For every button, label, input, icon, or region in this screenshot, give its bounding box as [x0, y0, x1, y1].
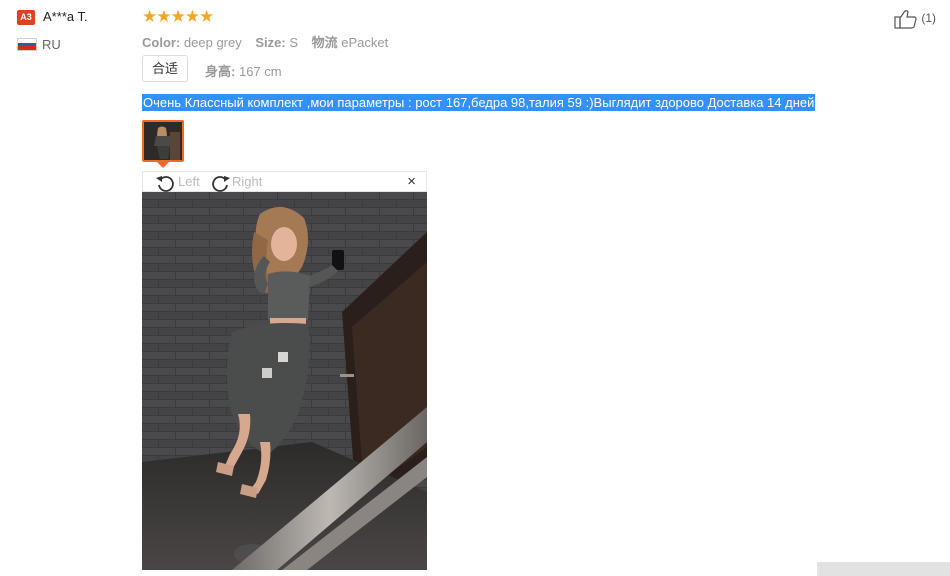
user-level-badge: A3	[17, 10, 35, 25]
rotate-right-icon	[212, 175, 230, 192]
height-label: 身高:	[205, 64, 236, 79]
thumbs-up-icon	[894, 10, 917, 29]
rating-stars: ★★★★★	[142, 7, 214, 26]
review-feedback-text: Очень Классный комплект ,мои параметры :…	[142, 94, 816, 111]
color-label: Color:	[142, 35, 181, 50]
review-photo-image	[142, 192, 427, 570]
close-icon: ×	[407, 173, 416, 190]
buyer-height: 身高: 167 cm	[205, 61, 282, 80]
size-value: S	[289, 35, 298, 50]
rotate-left-button[interactable]: Left	[155, 172, 200, 192]
user-name: A***a T.	[43, 9, 88, 24]
rotate-right-button[interactable]: Right	[209, 172, 262, 192]
rotate-right-label: Right	[232, 174, 263, 189]
rotate-left-label: Left	[178, 174, 200, 189]
height-value: 167 cm	[238, 64, 282, 79]
horizontal-scrollbar[interactable]	[817, 562, 950, 576]
color-value: deep grey	[183, 35, 242, 50]
country-flag-icon	[17, 38, 37, 51]
order-attributes: Color: deep grey Size: S 物流 ePacket	[142, 32, 398, 51]
close-viewer-button[interactable]: ×	[407, 172, 416, 192]
fit-tag: 合适	[142, 55, 188, 82]
rotate-left-icon	[156, 175, 174, 192]
logistics-label: 物流	[311, 35, 338, 50]
size-label: Size:	[255, 35, 286, 50]
review-photo-large	[142, 192, 427, 570]
thumbnail-pointer	[157, 162, 169, 168]
thumbnail-image	[144, 122, 182, 160]
logistics-value: ePacket	[341, 35, 389, 50]
helpful-button[interactable]: (1)	[894, 9, 936, 29]
review-photo-thumbnail[interactable]	[142, 120, 184, 162]
photo-viewer-toolbar: Left Right ×	[142, 171, 427, 192]
user-country: RU	[42, 37, 61, 52]
likes-count: (1)	[921, 11, 937, 26]
